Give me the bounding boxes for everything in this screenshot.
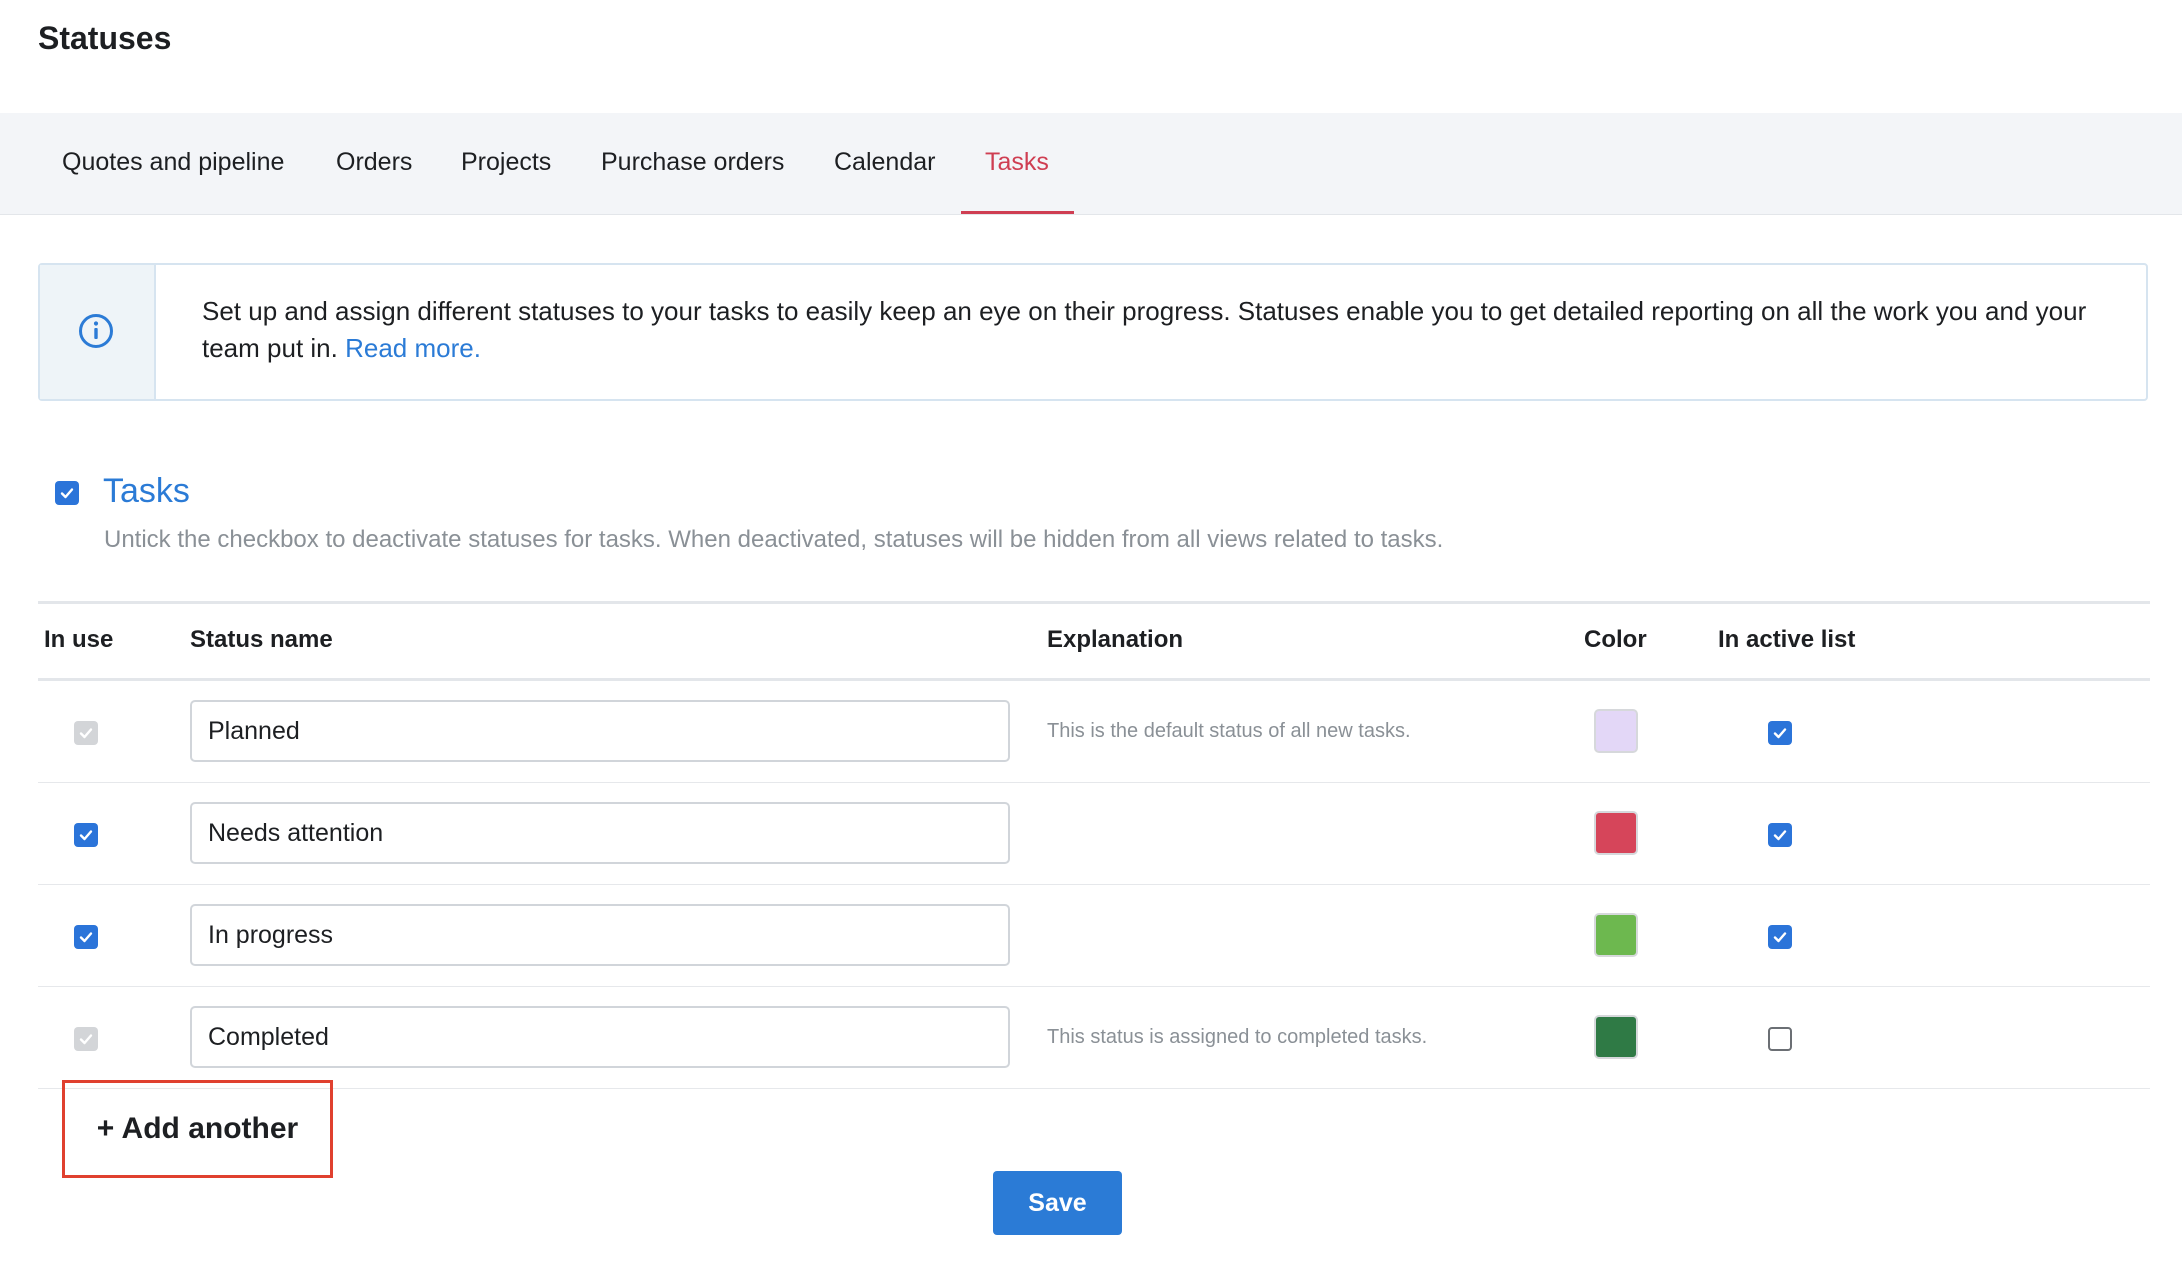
tab-quotes-and-pipeline[interactable]: Quotes and pipeline bbox=[62, 113, 284, 214]
section-title: Tasks bbox=[103, 472, 190, 510]
in-active-list-checkbox[interactable] bbox=[1768, 823, 1792, 847]
checkmark-icon bbox=[1773, 728, 1787, 739]
in-use-checkbox[interactable] bbox=[74, 823, 98, 847]
checkmark-icon bbox=[79, 728, 93, 739]
status-name-input[interactable] bbox=[190, 802, 1010, 864]
status-name-input[interactable] bbox=[190, 1006, 1010, 1068]
header-color: Color bbox=[1584, 626, 1647, 653]
table-top-divider bbox=[38, 601, 2150, 604]
header-in-use: In use bbox=[44, 626, 114, 653]
in-active-list-checkbox[interactable] bbox=[1768, 1027, 1792, 1051]
tab-calendar[interactable]: Calendar bbox=[834, 113, 935, 214]
table-header-divider bbox=[38, 678, 2150, 681]
checkmark-icon bbox=[79, 830, 93, 841]
checkmark-icon bbox=[79, 1034, 93, 1045]
in-active-list-checkbox[interactable] bbox=[1768, 721, 1792, 745]
row-divider bbox=[38, 782, 2150, 783]
info-text: Set up and assign different statuses to … bbox=[202, 293, 2122, 367]
checkmark-icon bbox=[1773, 932, 1787, 943]
color-swatch[interactable] bbox=[1594, 709, 1638, 753]
color-swatch[interactable] bbox=[1594, 1015, 1638, 1059]
status-explanation: This status is assigned to completed tas… bbox=[1047, 1026, 1428, 1048]
checkmark-icon bbox=[60, 488, 74, 499]
in-use-checkbox bbox=[74, 1027, 98, 1051]
info-description: Set up and assign different statuses to … bbox=[202, 296, 2087, 363]
tasks-enable-checkbox[interactable] bbox=[55, 481, 79, 505]
save-button[interactable]: Save bbox=[993, 1171, 1122, 1235]
page-title: Statuses bbox=[38, 20, 172, 56]
tab-bar: Quotes and pipeline Orders Projects Purc… bbox=[0, 113, 2182, 215]
header-in-active-list: In active list bbox=[1718, 626, 1856, 653]
checkmark-icon bbox=[79, 932, 93, 943]
status-explanation: This is the default status of all new ta… bbox=[1047, 720, 1411, 742]
info-banner: Set up and assign different statuses to … bbox=[38, 263, 2148, 401]
status-name-input[interactable] bbox=[190, 700, 1010, 762]
add-another-button[interactable]: + Add another bbox=[62, 1080, 333, 1178]
row-divider bbox=[38, 1088, 2150, 1089]
tab-purchase-orders[interactable]: Purchase orders bbox=[601, 113, 784, 214]
color-swatch[interactable] bbox=[1594, 913, 1638, 957]
info-banner-sidebar bbox=[40, 265, 156, 399]
checkmark-icon bbox=[1773, 830, 1787, 841]
status-name-input[interactable] bbox=[190, 904, 1010, 966]
tab-projects[interactable]: Projects bbox=[461, 113, 551, 214]
tab-orders[interactable]: Orders bbox=[336, 113, 412, 214]
active-tab-indicator bbox=[961, 211, 1074, 214]
in-active-list-checkbox[interactable] bbox=[1768, 925, 1792, 949]
header-explanation: Explanation bbox=[1047, 626, 1184, 653]
tab-tasks[interactable]: Tasks bbox=[985, 113, 1049, 214]
section-description: Untick the checkbox to deactivate status… bbox=[104, 526, 1444, 553]
row-divider bbox=[38, 884, 2150, 885]
info-icon bbox=[79, 314, 113, 348]
row-divider bbox=[38, 986, 2150, 987]
in-use-checkbox bbox=[74, 721, 98, 745]
in-use-checkbox[interactable] bbox=[74, 925, 98, 949]
color-swatch[interactable] bbox=[1594, 811, 1638, 855]
header-status-name: Status name bbox=[190, 626, 333, 653]
read-more-link[interactable]: Read more. bbox=[345, 333, 481, 363]
